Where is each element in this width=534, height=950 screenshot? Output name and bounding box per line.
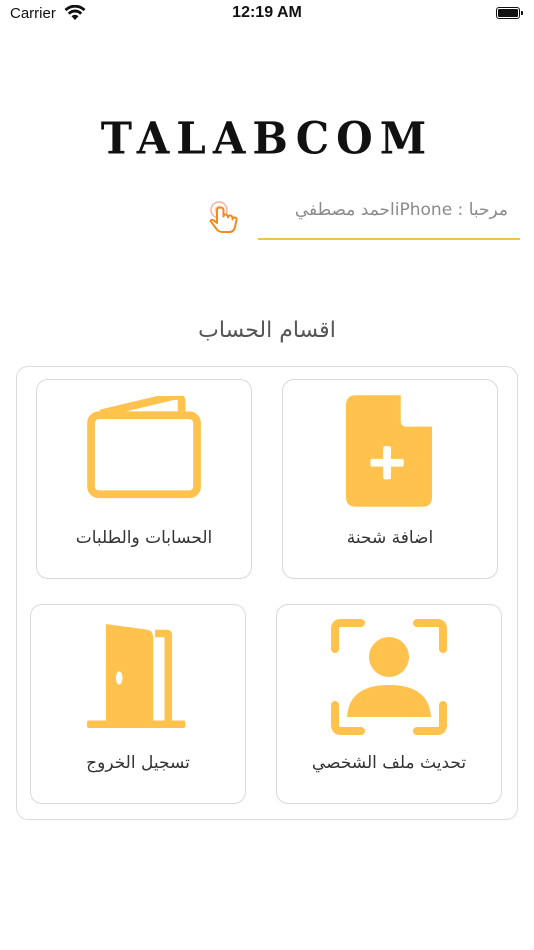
door-exit-icon [87, 624, 186, 729]
accounts-orders-card[interactable]: الحسابات والطلبات [36, 379, 252, 579]
logout-card[interactable]: تسجيل الخروج [30, 604, 246, 804]
app-logo: TALABCOM [100, 112, 434, 165]
battery-icon [496, 7, 523, 19]
update-profile-card[interactable]: تحديث ملف الشخصي [276, 604, 502, 804]
accounts-orders-label: الحسابات والطلبات [75, 528, 213, 548]
section-title: اقسام الحساب [198, 318, 336, 343]
welcome-field: مرحبا : iPhoneاحمد مصطفي [258, 196, 520, 240]
add-shipment-card[interactable]: اضافة شحنة [282, 379, 498, 579]
status-bar: Carrier 12:19 AM [0, 0, 534, 28]
welcome-text: مرحبا : iPhoneاحمد مصطفي [294, 200, 508, 220]
add-shipment-label: اضافة شحنة [346, 528, 434, 548]
update-profile-label: تحديث ملف الشخصي [311, 753, 467, 773]
user-scan-icon [331, 619, 447, 735]
logout-label: تسجيل الخروج [86, 753, 190, 773]
add-file-icon [346, 395, 433, 507]
wallet-icon [87, 396, 201, 499]
hand-tap-icon [209, 201, 238, 233]
status-time: 12:19 AM [232, 4, 302, 21]
